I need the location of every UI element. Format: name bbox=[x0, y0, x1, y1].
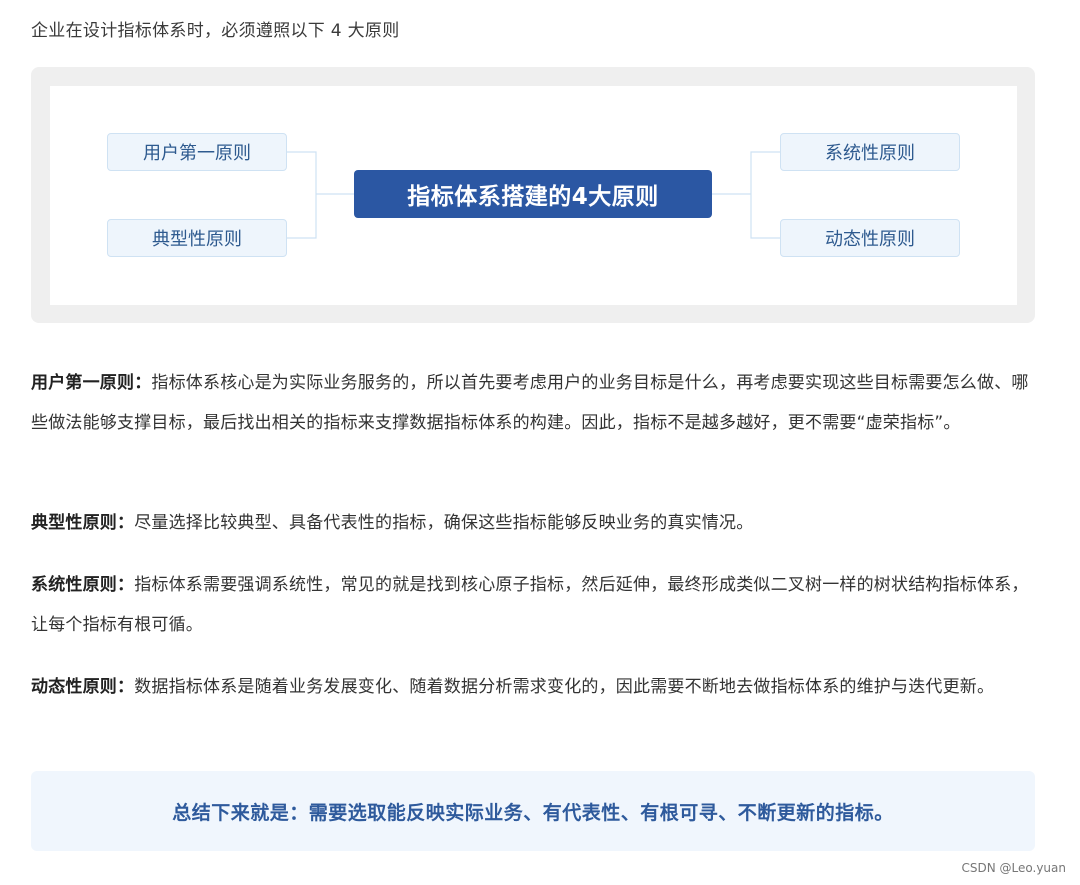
summary-text: 总结下来就是：需要选取能反映实际业务、有代表性、有根可寻、不断更新的指标。 bbox=[172, 801, 894, 824]
mindmap-node-typical: 典型性原则 bbox=[107, 219, 287, 257]
connector-left bbox=[287, 151, 354, 239]
principle-typical: 典型性原则：尽量选择比较典型、具备代表性的指标，确保这些指标能够反映业务的真实情… bbox=[31, 503, 1039, 543]
principle-term: 用户第一原则： bbox=[31, 373, 152, 393]
summary-callout: 总结下来就是：需要选取能反映实际业务、有代表性、有根可寻、不断更新的指标。 bbox=[31, 771, 1035, 851]
principle-term: 系统性原则： bbox=[31, 575, 135, 595]
principle-text: 尽量选择比较典型、具备代表性的指标，确保这些指标能够反映业务的真实情况。 bbox=[134, 513, 754, 533]
principle-text: 指标体系核心是为实际业务服务的，所以首先要考虑用户的业务目标是什么，再考虑要实现… bbox=[31, 373, 1029, 433]
watermark: CSDN @Leo.yuan bbox=[961, 861, 1067, 875]
principle-term: 动态性原则： bbox=[31, 677, 135, 697]
mindmap-node-systematic: 系统性原则 bbox=[780, 133, 960, 171]
principle-user-first: 用户第一原则：指标体系核心是为实际业务服务的，所以首先要考虑用户的业务目标是什么… bbox=[31, 363, 1039, 443]
principle-systematic: 系统性原则：指标体系需要强调系统性，常见的就是找到核心原子指标，然后延伸，最终形… bbox=[31, 565, 1039, 645]
mindmap-figure: 用户第一原则 典型性原则 指标体系搭建的4大原则 系统性原则 动态性原则 bbox=[31, 67, 1035, 323]
principle-text: 指标体系需要强调系统性，常见的就是找到核心原子指标，然后延伸，最终形成类似二叉树… bbox=[31, 575, 1029, 635]
principle-dynamic: 动态性原则：数据指标体系是随着业务发展变化、随着数据分析需求变化的，因此需要不断… bbox=[31, 667, 1039, 707]
mindmap-node-dynamic: 动态性原则 bbox=[780, 219, 960, 257]
principle-term: 典型性原则： bbox=[31, 513, 135, 533]
connector-right bbox=[712, 151, 780, 239]
mindmap-center-node: 指标体系搭建的4大原则 bbox=[354, 170, 712, 218]
mindmap-node-user-first: 用户第一原则 bbox=[107, 133, 287, 171]
principle-text: 数据指标体系是随着业务发展变化、随着数据分析需求变化的，因此需要不断地去做指标体… bbox=[134, 677, 995, 697]
mindmap-canvas: 用户第一原则 典型性原则 指标体系搭建的4大原则 系统性原则 动态性原则 bbox=[50, 86, 1017, 305]
intro-text: 企业在设计指标体系时，必须遵照以下 4 大原则 bbox=[31, 21, 400, 41]
